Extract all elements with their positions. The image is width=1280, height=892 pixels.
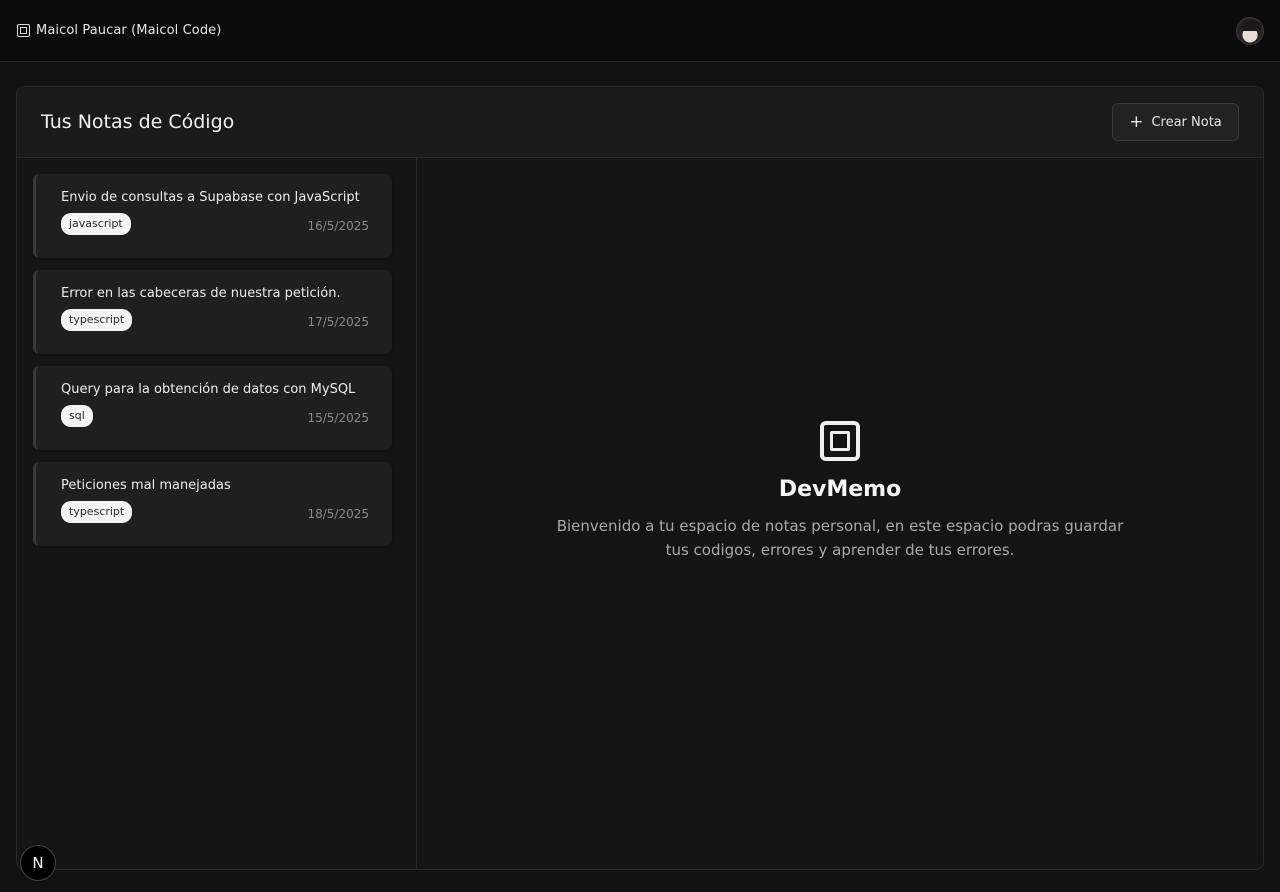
language-tag: sql (61, 405, 93, 427)
user-avatar[interactable] (1236, 16, 1264, 45)
note-title: Peticiones mal manejadas (61, 478, 231, 493)
create-note-button[interactable]: + Crear Nota (1112, 103, 1239, 141)
brand-name: Maicol Paucar (Maicol Code) (36, 23, 222, 38)
top-navbar: Maicol Paucar (Maicol Code) (0, 0, 1280, 62)
note-card[interactable]: Error en las cabeceras de nuestra petici… (33, 270, 392, 354)
note-title: Query para la obtención de datos con MyS… (61, 382, 356, 397)
note-date: 16/5/2025 (307, 219, 369, 233)
square-logo-icon (17, 24, 30, 37)
note-card[interactable]: Envio de consultas a Supabase con JavaSc… (33, 174, 392, 258)
note-date: 15/5/2025 (307, 411, 369, 425)
notes-panel: Tus Notas de Código + Crear Nota Envio d… (16, 86, 1264, 870)
notes-list: Envio de consultas a Supabase con JavaSc… (17, 158, 417, 869)
note-date: 17/5/2025 (307, 315, 369, 329)
panel-body: Envio de consultas a Supabase con JavaSc… (17, 158, 1263, 869)
note-card[interactable]: Query para la obtención de datos con MyS… (33, 366, 392, 450)
app-title: DevMemo (778, 477, 902, 502)
page-title: Tus Notas de Código (41, 111, 235, 133)
note-title: Error en las cabeceras de nuestra petici… (61, 286, 341, 301)
create-note-label: Crear Nota (1151, 114, 1222, 130)
panel-header: Tus Notas de Código + Crear Nota (17, 87, 1263, 158)
language-tag: typescript (61, 309, 133, 331)
language-tag: javascript (61, 213, 131, 235)
welcome-description: Bienvenido a tu espacio de notas persona… (556, 517, 1124, 559)
language-tag: typescript (61, 501, 133, 523)
note-title: Envio de consultas a Supabase con JavaSc… (61, 190, 360, 205)
devmemo-logo-icon (820, 421, 860, 461)
welcome-area: DevMemo Bienvenido a tu espacio de notas… (417, 158, 1263, 869)
note-card[interactable]: Peticiones mal manejadas typescript 18/5… (33, 462, 392, 546)
brand-link[interactable]: Maicol Paucar (Maicol Code) (17, 23, 221, 38)
nextjs-dev-badge[interactable]: N (20, 845, 56, 881)
plus-icon: + (1129, 111, 1144, 132)
note-date: 18/5/2025 (307, 507, 369, 521)
